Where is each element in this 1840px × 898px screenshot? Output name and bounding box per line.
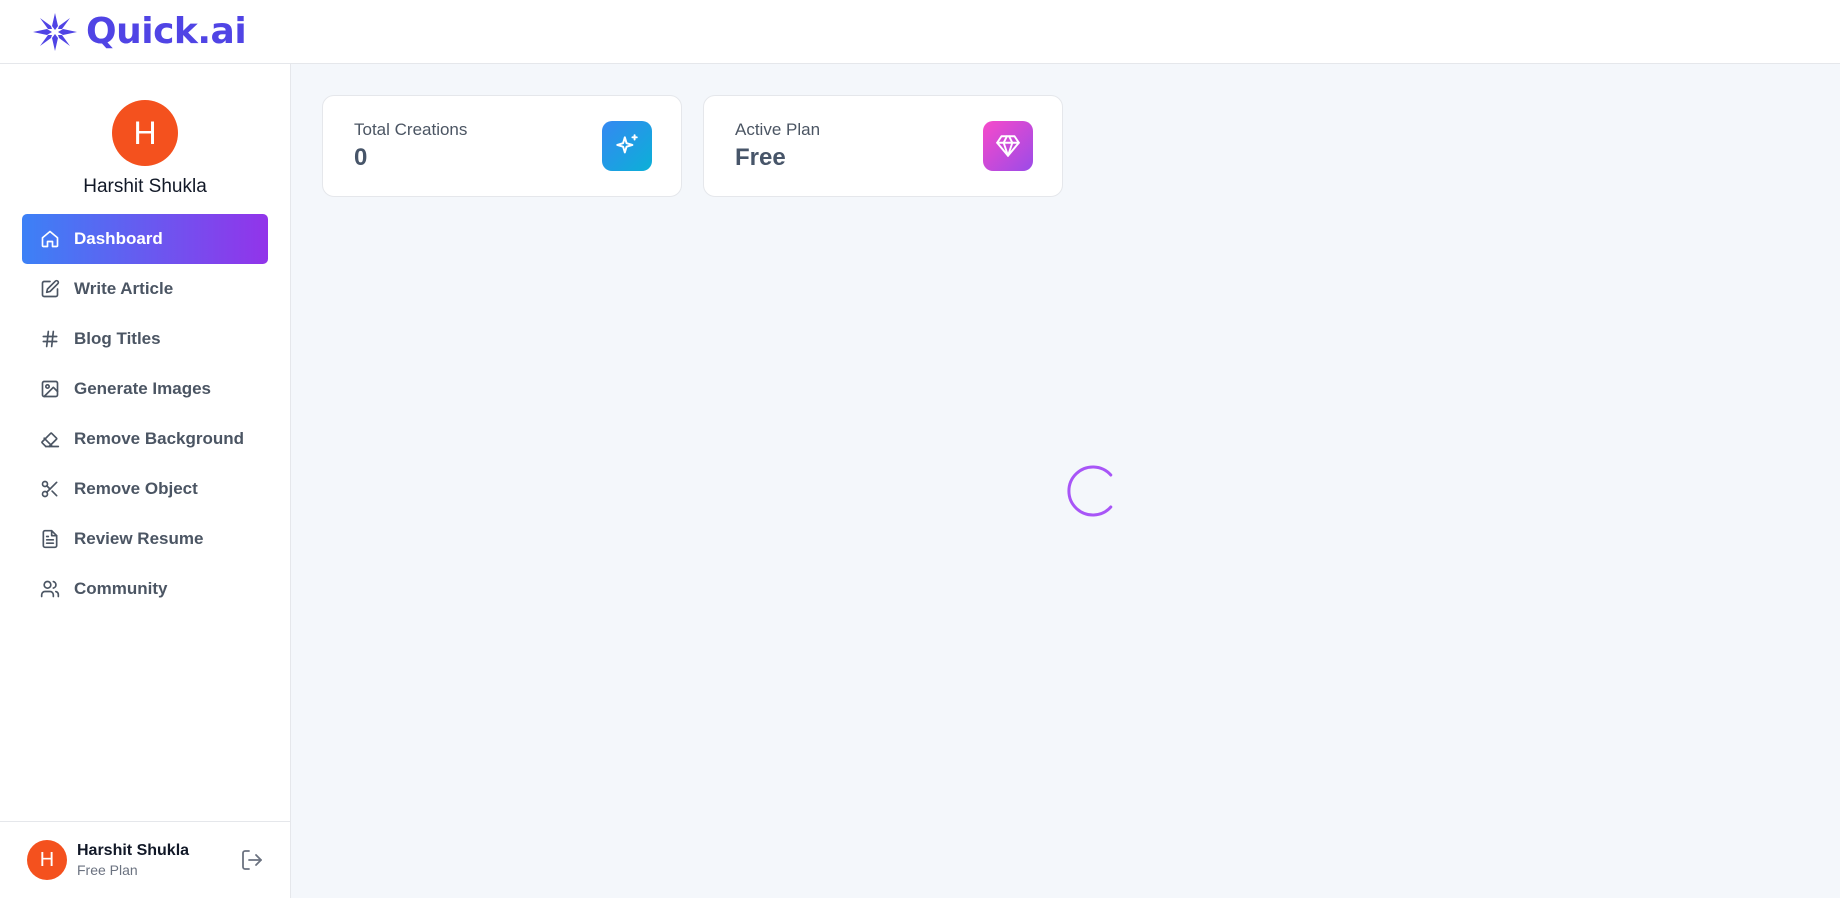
sidebar-item-write-article[interactable]: Write Article xyxy=(22,264,268,314)
sidebar-item-label: Review Resume xyxy=(74,529,204,548)
sidebar-item-blog-titles[interactable]: Blog Titles xyxy=(22,314,268,364)
logo-icon xyxy=(33,12,77,51)
card-label: Active Plan xyxy=(735,120,821,139)
card-value: Free xyxy=(735,144,786,171)
active-plan-card: Active Plan Free xyxy=(703,95,1063,197)
users-icon xyxy=(40,580,60,598)
file-text-icon xyxy=(42,529,58,549)
stats-cards: Total Creations 0 Active Plan Free xyxy=(322,95,1063,197)
sidebar-item-review-resume[interactable]: Review Resume xyxy=(22,514,268,564)
sidebar-item-label: Write Article xyxy=(74,279,174,298)
footer-user-info: Harshit Shukla Free Plan xyxy=(77,842,240,878)
home-icon xyxy=(41,230,59,248)
card-icon-badge xyxy=(983,121,1033,171)
scissors-icon xyxy=(41,480,58,498)
top-bar: Quick.ai xyxy=(0,0,1840,64)
sidebar-item-generate-images[interactable]: Generate Images xyxy=(22,364,268,414)
sidebar: H Harshit Shukla Dashboard Write Article… xyxy=(0,64,291,898)
user-profile: H Harshit Shukla xyxy=(0,64,290,198)
app-logo[interactable]: Quick.ai xyxy=(32,11,247,52)
card-icon-badge xyxy=(602,121,652,171)
profile-name: Harshit Shukla xyxy=(83,176,207,197)
eraser-icon xyxy=(41,432,60,448)
sidebar-item-label: Remove Object xyxy=(74,479,198,498)
total-creations-card: Total Creations 0 xyxy=(322,95,682,197)
sidebar-item-remove-background[interactable]: Remove Background xyxy=(22,414,268,464)
footer-plan-label: Free Plan xyxy=(77,862,138,878)
sidebar-item-label: Generate Images xyxy=(74,379,212,398)
sidebar-item-label: Dashboard xyxy=(74,229,163,248)
footer-user-name: Harshit Shukla xyxy=(77,842,190,859)
sidebar-footer: H Harshit Shukla Free Plan xyxy=(0,821,290,898)
logout-icon[interactable] xyxy=(240,848,264,872)
sidebar-nav: Dashboard Write Article Blog Titles Gene… xyxy=(0,214,290,614)
sidebar-item-remove-object[interactable]: Remove Object xyxy=(22,464,268,514)
image-icon xyxy=(41,380,59,398)
card-value: 0 xyxy=(354,144,368,171)
card-label: Total Creations xyxy=(354,120,468,139)
spinner-icon xyxy=(1067,465,1113,517)
avatar[interactable]: H xyxy=(112,100,178,166)
sidebar-item-label: Remove Background xyxy=(74,429,245,448)
sparkles-icon xyxy=(616,134,638,154)
sidebar-item-label: Community xyxy=(74,579,168,598)
app-name: Quick.ai xyxy=(86,11,247,52)
gem-icon xyxy=(996,135,1020,157)
main-content: Total Creations 0 Active Plan Free xyxy=(291,64,1840,898)
hash-icon xyxy=(42,330,58,348)
sidebar-item-label: Blog Titles xyxy=(74,329,161,348)
sidebar-item-dashboard[interactable]: Dashboard xyxy=(22,214,268,264)
sidebar-item-community[interactable]: Community xyxy=(22,564,268,614)
edit-icon xyxy=(41,279,60,298)
avatar[interactable]: H xyxy=(27,840,67,880)
